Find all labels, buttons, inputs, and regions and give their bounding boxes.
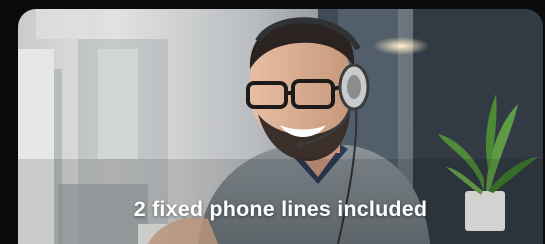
hero-image-card: 2 fixed phone lines included	[18, 9, 543, 244]
hero-caption: 2 fixed phone lines included	[133, 197, 428, 221]
